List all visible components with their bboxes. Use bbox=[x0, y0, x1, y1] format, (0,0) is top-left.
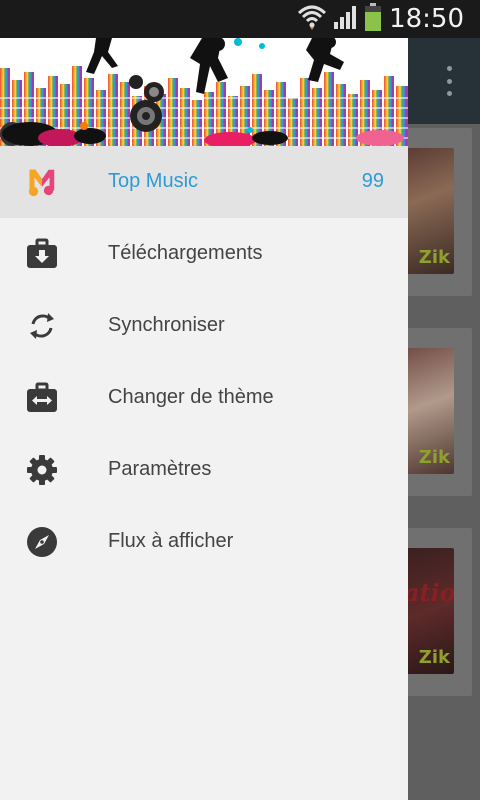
drawer-item-label: Téléchargements bbox=[108, 242, 263, 264]
music-app-icon bbox=[26, 166, 58, 198]
thumbnail: Zik bbox=[402, 148, 454, 274]
status-bar: 18:50 bbox=[0, 0, 480, 38]
gear-icon bbox=[26, 454, 58, 486]
drawer-menu: Top Music 99 Téléchargements Synchronise… bbox=[0, 146, 408, 578]
sync-icon bbox=[26, 310, 58, 342]
drawer-item-top-music[interactable]: Top Music 99 bbox=[0, 146, 408, 218]
more-vert-icon[interactable] bbox=[442, 66, 456, 96]
drawer-item-settings[interactable]: Paramètres bbox=[0, 434, 408, 506]
wifi-icon bbox=[297, 3, 327, 36]
drawer-header-image bbox=[0, 38, 408, 146]
drawer-item-downloads[interactable]: Téléchargements bbox=[0, 218, 408, 290]
signal-icon bbox=[333, 4, 359, 35]
drawer-item-label: Synchroniser bbox=[108, 314, 225, 336]
music-equalizer-banner bbox=[0, 38, 408, 146]
swap-theme-icon bbox=[26, 382, 58, 414]
thumbnail: Zik bbox=[402, 348, 454, 474]
status-time: 18:50 bbox=[389, 4, 464, 34]
thumbnail-text: Zik bbox=[418, 247, 450, 268]
drawer-item-sync[interactable]: Synchroniser bbox=[0, 290, 408, 362]
thumbnail-title: ation bbox=[404, 578, 454, 607]
battery-icon bbox=[365, 2, 382, 36]
thumbnail: ation Zik bbox=[402, 548, 454, 674]
status-icons: 18:50 bbox=[297, 2, 464, 36]
thumbnail-text: Zik bbox=[418, 647, 450, 668]
download-icon bbox=[26, 238, 58, 270]
drawer-item-label: Paramètres bbox=[108, 458, 212, 480]
drawer-item-feeds[interactable]: Flux à afficher bbox=[0, 506, 408, 578]
drawer-item-label: Flux à afficher bbox=[108, 530, 234, 552]
compass-icon bbox=[26, 526, 58, 558]
drawer-item-label: Changer de thème bbox=[108, 386, 274, 408]
thumbnail-text: Zik bbox=[418, 447, 450, 468]
drawer-item-change-theme[interactable]: Changer de thème bbox=[0, 362, 408, 434]
drawer-item-label: Top Music bbox=[108, 170, 199, 192]
navigation-drawer: Top Music 99 Téléchargements Synchronise… bbox=[0, 38, 408, 800]
drawer-item-count: 99 bbox=[361, 170, 384, 192]
